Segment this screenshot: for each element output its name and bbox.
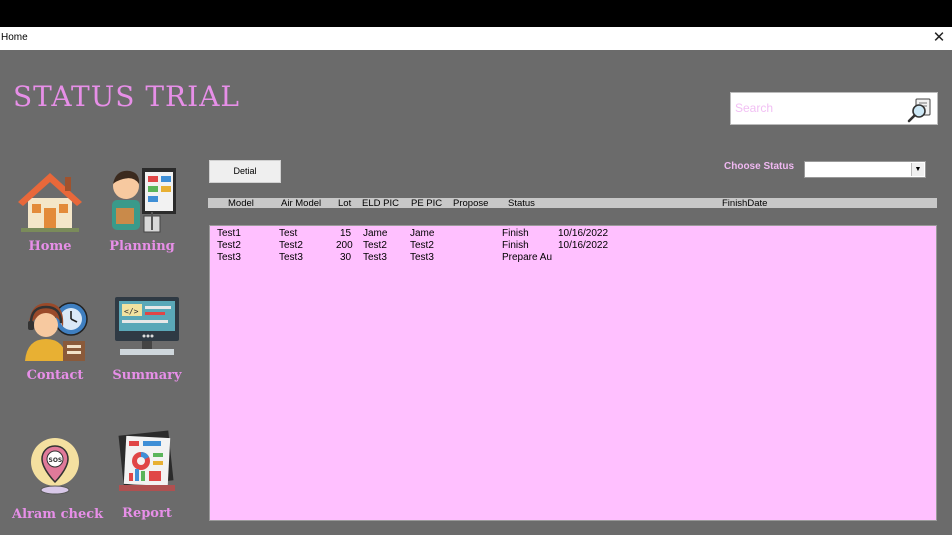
cell-model: Test3	[217, 252, 241, 263]
column-header-pe-pic: PE PIC	[411, 198, 443, 209]
detail-button[interactable]: Detial	[209, 160, 281, 183]
svg-text:SOS: SOS	[49, 457, 63, 464]
nav-summary-button[interactable]: </> Summary	[107, 295, 187, 383]
cell-finish-date: 10/16/2022	[558, 240, 609, 251]
sos-alarm-icon: SOS	[31, 438, 79, 495]
cell-model: Test2	[217, 240, 241, 251]
nav-home-button[interactable]: Home	[12, 168, 88, 254]
cell-air-model: Test3	[279, 252, 303, 263]
cell-status: Prepare Au	[502, 252, 553, 263]
close-icon[interactable]: ✕	[931, 29, 947, 47]
cell-eld-pic: Jame	[363, 228, 388, 239]
table-row[interactable]: Test2 Test2 200 Test2 Test2 Finish 10/16…	[210, 240, 936, 252]
cell-status: Finish	[502, 240, 529, 251]
svg-text:</>: </>	[124, 307, 139, 316]
window-titlebar: Home ✕	[0, 27, 952, 51]
planner-icon	[112, 168, 176, 233]
nav-alarm-label: Alram check	[12, 507, 104, 522]
window-title: Home	[1, 32, 28, 43]
top-black-bar	[0, 0, 952, 27]
nav-planning-button[interactable]: Planning	[104, 164, 180, 254]
report-board-icon	[118, 430, 175, 491]
column-header-propose: Propose	[453, 198, 489, 209]
cell-air-model: Test	[279, 228, 298, 239]
app-title: STATUS TRIAL	[13, 80, 241, 113]
choose-status-label: Choose Status	[724, 161, 795, 172]
cell-finish-date: 10/16/2022	[558, 228, 609, 239]
column-header-lot: Lot	[338, 198, 352, 209]
support-agent-icon	[25, 302, 88, 361]
chevron-down-icon[interactable]: ▼	[911, 163, 924, 176]
cell-eld-pic: Test3	[363, 252, 387, 263]
code-monitor-icon: </>	[115, 297, 179, 355]
cell-air-model: Test2	[279, 240, 303, 251]
nav-contact-label: Contact	[26, 368, 84, 383]
cell-pe-pic: Test2	[410, 240, 434, 251]
cell-lot: 30	[340, 252, 352, 263]
table-header: Model Air Model Lot ELD PIC PE PIC Propo…	[208, 198, 937, 209]
cell-lot: 15	[340, 228, 352, 239]
nav-report-button[interactable]: Report	[108, 429, 186, 521]
nav-report-label: Report	[122, 506, 172, 521]
search-input[interactable]	[735, 99, 903, 117]
table-row[interactable]: Test1 Test 15 Jame Jame Finish 10/16/202…	[210, 228, 936, 240]
nav-alarm-button[interactable]: SOS Alram check	[12, 434, 104, 522]
column-header-status: Status	[508, 198, 535, 209]
column-header-model: Model	[228, 198, 254, 209]
nav-summary-label: Summary	[112, 368, 182, 383]
cell-eld-pic: Test2	[363, 240, 387, 251]
status-listbox[interactable]: Test1 Test 15 Jame Jame Finish 10/16/202…	[209, 225, 937, 521]
nav-contact-button[interactable]: Contact	[17, 297, 93, 383]
cell-model: Test1	[217, 228, 241, 239]
status-select[interactable]: ▼	[804, 161, 926, 178]
search-icon[interactable]	[907, 97, 933, 123]
nav-home-label: Home	[28, 239, 72, 254]
cell-lot: 200	[336, 240, 353, 251]
cell-pe-pic: Jame	[410, 228, 435, 239]
house-icon	[18, 173, 82, 232]
nav-planning-label: Planning	[109, 239, 175, 254]
column-header-finish-date: FinishDate	[722, 198, 768, 209]
table-row[interactable]: Test3 Test3 30 Test3 Test3 Prepare Au	[210, 252, 936, 264]
column-header-air-model: Air Model	[281, 198, 322, 209]
column-header-eld-pic: ELD PIC	[362, 198, 399, 209]
cell-status: Finish	[502, 228, 529, 239]
main-form: STATUS TRIAL Home	[0, 50, 952, 535]
search-box	[730, 92, 938, 125]
cell-pe-pic: Test3	[410, 252, 434, 263]
